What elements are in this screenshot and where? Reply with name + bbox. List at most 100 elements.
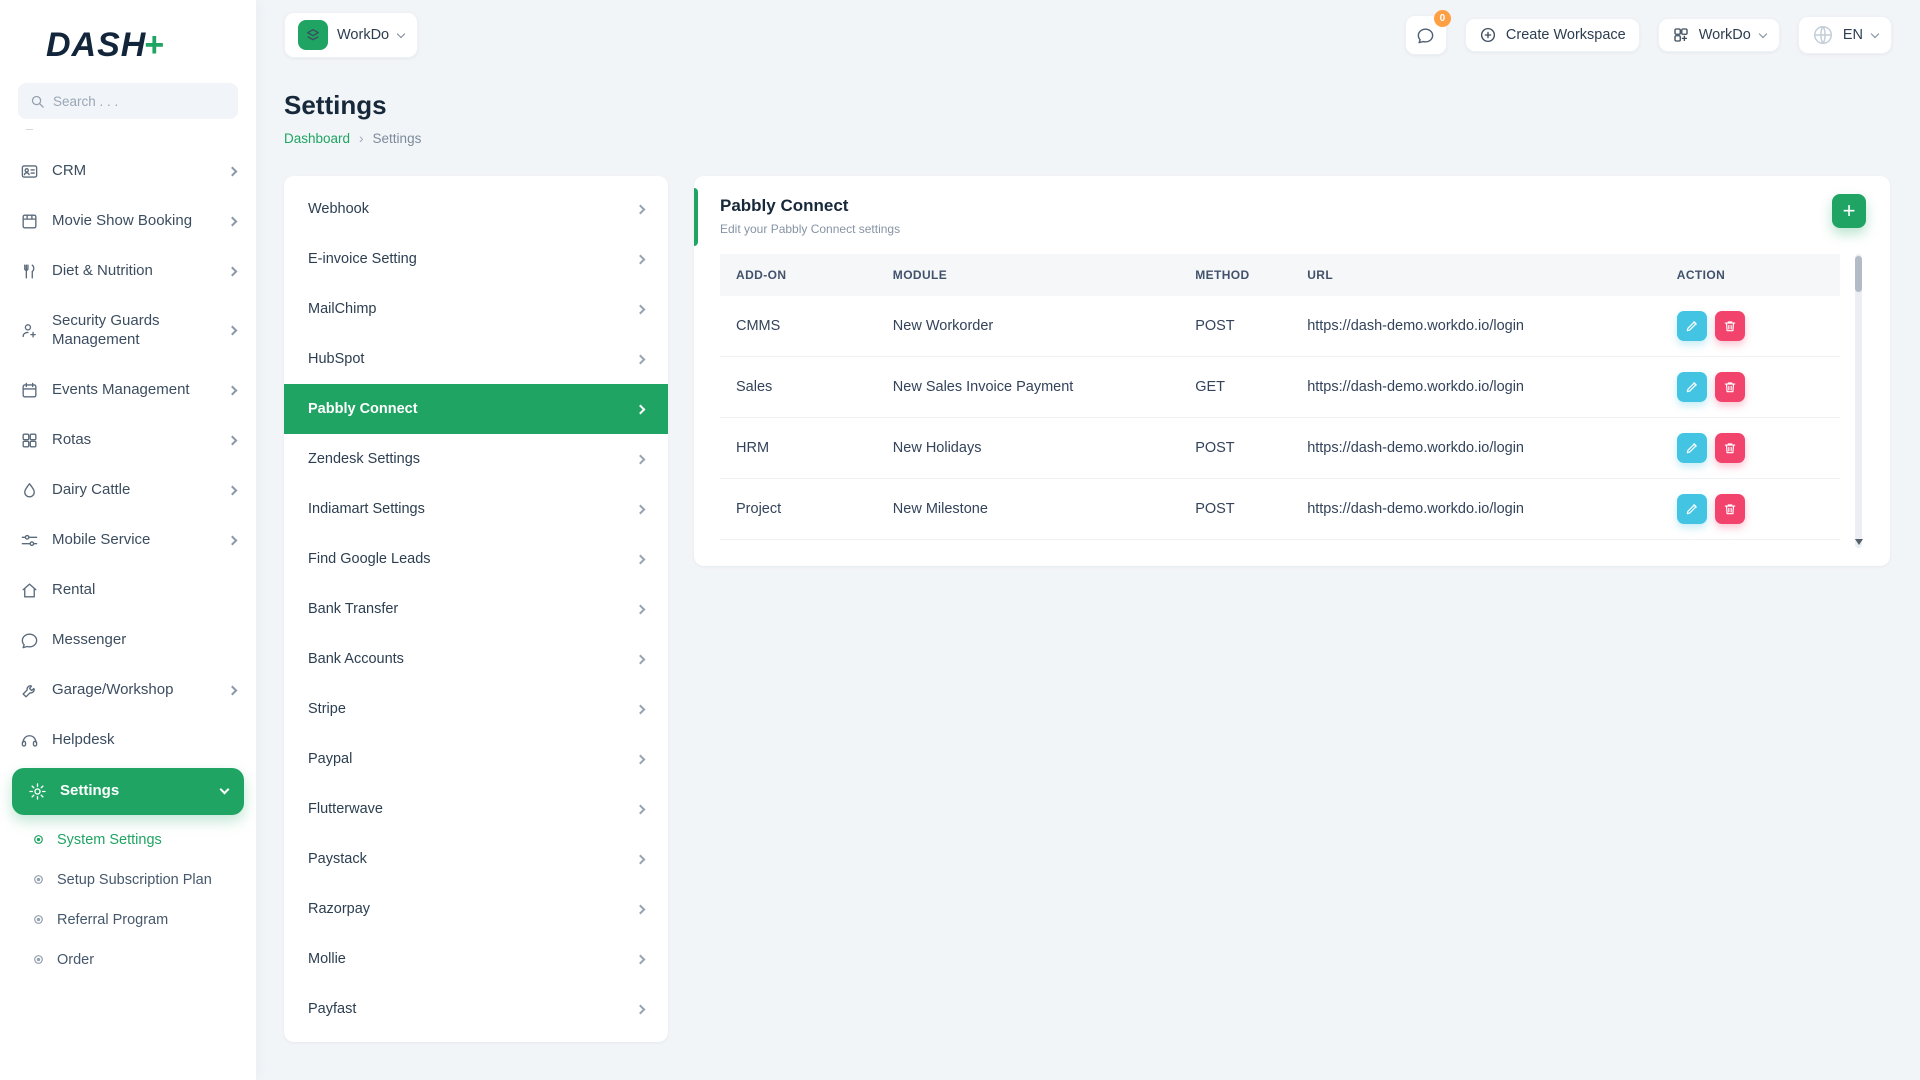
chevron-right-icon [636,754,646,764]
delete-button[interactable] [1715,311,1745,341]
scrollbar-thumb[interactable] [1855,256,1862,292]
delete-button[interactable] [1715,372,1745,402]
cell-module: New Sales Invoice Payment [877,357,1179,418]
edit-button[interactable] [1677,433,1707,463]
language-label: EN [1843,27,1863,43]
workspace-logo [298,20,328,50]
chevron-right-icon [636,304,646,314]
settings-nav-hubspot[interactable]: HubSpot [284,334,668,384]
calendar-icon [20,381,39,400]
sidebar-item-rotas[interactable]: Rotas [0,418,256,463]
create-workspace-label: Create Workspace [1506,27,1626,43]
chevron-right-icon [636,454,646,464]
settings-nav-paypal[interactable]: Paypal [284,734,668,784]
sidebar-item-label: Garage/Workshop [52,681,173,700]
settings-nav-indiamart[interactable]: Indiamart Settings [284,484,668,534]
settings-nav-bank-accounts[interactable]: Bank Accounts [284,634,668,684]
sidebar-item-movie-show-booking[interactable]: Movie Show Booking [0,199,256,244]
col-method: METHOD [1179,254,1291,296]
sidebar-subitem-label: System Settings [57,832,162,848]
sidebar-item-settings[interactable]: Settings [12,768,244,815]
sidebar-item-mobile-service[interactable]: Mobile Service [0,518,256,563]
sidebar-item-dairy-cattle[interactable]: Dairy Cattle [0,468,256,513]
settings-nav-mailchimp[interactable]: MailChimp [284,284,668,334]
guard-icon [20,321,39,340]
sidebar-subitem-order[interactable]: Order [0,940,256,980]
cell-method: POST [1179,479,1291,540]
workspace-dropdown[interactable]: WorkDo [1658,18,1780,52]
chevron-right-icon [636,954,646,964]
settings-nav-label: Indiamart Settings [308,501,425,517]
settings-nav-label: Paypal [308,751,352,767]
edit-button[interactable] [1677,311,1707,341]
chevron-right-icon [228,385,238,395]
chevron-right-icon [636,904,646,914]
settings-nav-e-invoice[interactable]: E-invoice Setting [284,234,668,284]
cell-module: New Holidays [877,418,1179,479]
sidebar-item-rental[interactable]: Rental [0,568,256,613]
edit-button[interactable] [1677,372,1707,402]
workspace-switcher[interactable]: WorkDo [284,12,418,58]
search-input[interactable] [53,94,226,109]
settings-nav-label: Webhook [308,201,369,217]
home-icon [20,581,39,600]
chevron-right-icon [228,326,238,336]
settings-nav-paystack[interactable]: Paystack [284,834,668,884]
sidebar-item-diet-nutrition[interactable]: Diet & Nutrition [0,249,256,294]
create-workspace-button[interactable]: Create Workspace [1465,18,1640,52]
messages-button[interactable]: 0 [1405,15,1447,55]
search-icon [30,94,45,109]
cell-addon: Sales [720,357,877,418]
settings-nav-zendesk[interactable]: Zendesk Settings [284,434,668,484]
settings-nav-bank-transfer[interactable]: Bank Transfer [284,584,668,634]
chevron-right-icon [228,267,238,277]
trash-icon [1723,502,1737,516]
settings-nav-find-google-leads[interactable]: Find Google Leads [284,534,668,584]
grid-icon [20,431,39,450]
edit-button[interactable] [1677,494,1707,524]
sidebar-item-pos[interactable]: POS [0,129,256,144]
settings-nav-razorpay[interactable]: Razorpay [284,884,668,934]
cell-url: https://dash-demo.workdo.io/login [1291,418,1661,479]
sidebar-item-events-management[interactable]: Events Management [0,368,256,413]
sidebar-item-crm[interactable]: CRM [0,149,256,194]
pencil-icon [1685,502,1699,516]
settings-nav-label: Bank Accounts [308,651,404,667]
fork-knife-icon [20,262,39,281]
sidebar-subitem-referral-program[interactable]: Referral Program [0,900,256,940]
trash-icon [1723,441,1737,455]
chevron-right-icon [228,167,238,177]
sidebar-subitem-setup-subscription-plan[interactable]: Setup Subscription Plan [0,860,256,900]
language-selector[interactable]: EN [1798,16,1892,54]
pencil-icon [1685,380,1699,394]
cell-module: New Milestone [877,479,1179,540]
settings-nav-label: Pabbly Connect [308,401,418,417]
add-button[interactable]: + [1832,194,1866,228]
delete-button[interactable] [1715,494,1745,524]
droplet-icon [20,481,39,500]
trash-icon [1723,380,1737,394]
sidebar-subitem-label: Setup Subscription Plan [57,872,212,888]
breadcrumb-dashboard-link[interactable]: Dashboard [284,131,350,146]
settings-nav-payfast[interactable]: Payfast [284,984,668,1034]
scrollbar-down-arrow-icon[interactable] [1855,539,1863,545]
delete-button[interactable] [1715,433,1745,463]
col-module: MODULE [877,254,1179,296]
settings-nav-pabbly-connect[interactable]: Pabbly Connect [284,384,668,434]
settings-nav-mollie[interactable]: Mollie [284,934,668,984]
sidebar-item-label: Mobile Service [52,531,150,550]
settings-nav-webhook[interactable]: Webhook [284,184,668,234]
sidebar-item-security-guards[interactable]: Security Guards Management [0,299,256,363]
chevron-down-icon [1871,29,1879,37]
sidebar-subitem-system-settings[interactable]: System Settings [0,820,256,860]
table-row: Project New Milestone POST https://dash-… [720,479,1840,540]
table-scrollbar[interactable] [1855,254,1862,548]
panel-accent-bar [694,188,698,246]
settings-nav-flutterwave[interactable]: Flutterwave [284,784,668,834]
sidebar-item-messenger[interactable]: Messenger [0,618,256,663]
settings-nav-stripe[interactable]: Stripe [284,684,668,734]
sidebar-item-garage-workshop[interactable]: Garage/Workshop [0,668,256,713]
sidebar-item-helpdesk[interactable]: Helpdesk [0,718,256,763]
settings-nav-label: Find Google Leads [308,551,431,567]
chevron-right-icon [228,535,238,545]
